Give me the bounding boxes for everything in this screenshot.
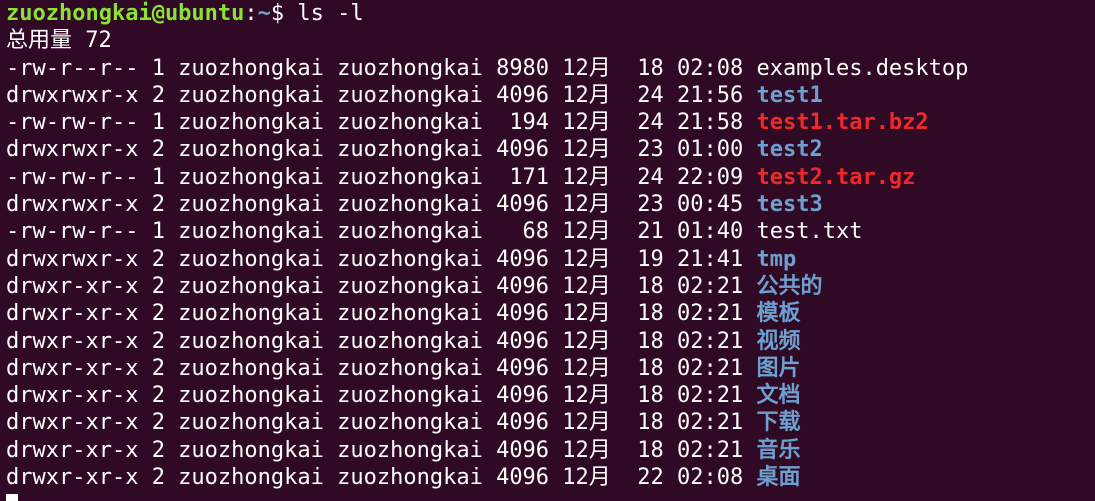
listing-row-name: test2.tar.gz	[756, 164, 916, 190]
listing-row-name: 文档	[756, 383, 801, 409]
listing-row-meta: drwxrwxr-x 2 zuozhongkai zuozhongkai 409…	[6, 137, 757, 163]
listing-row-name: test.txt	[756, 219, 863, 245]
prompt-path: ~	[257, 1, 271, 26]
listing-row-name: 公共的	[756, 273, 823, 299]
listing-row-meta: drwxr-xr-x 2 zuozhongkai zuozhongkai 409…	[6, 355, 757, 381]
listing-row-name: 下载	[756, 410, 801, 436]
listing-row: drwxr-xr-x 2 zuozhongkai zuozhongkai 409…	[6, 382, 1095, 409]
listing-row-meta: drwxr-xr-x 2 zuozhongkai zuozhongkai 409…	[6, 328, 757, 354]
listing-row-name: 模板	[756, 301, 801, 327]
prompt-symbol: $	[270, 1, 298, 26]
listing-row-meta: drwxr-xr-x 2 zuozhongkai zuozhongkai 409…	[6, 273, 757, 299]
listing-row: -rw-rw-r-- 1 zuozhongkai zuozhongkai 194…	[6, 109, 1095, 136]
prompt-line: zuozhongkai@ubuntu:~$ ls -l	[6, 0, 1095, 27]
listing: -rw-r--r-- 1 zuozhongkai zuozhongkai 898…	[6, 55, 1095, 492]
current-prompt-line[interactable]	[6, 491, 1095, 501]
listing-row-name: 桌面	[756, 465, 801, 491]
listing-row-name: 视频	[756, 328, 801, 354]
text-cursor[interactable]	[6, 494, 18, 501]
prompt-command: ls -l	[297, 1, 364, 26]
listing-row-name: test3	[756, 192, 823, 218]
total-line: 总用量 72	[6, 28, 112, 54]
listing-row-meta: drwxrwxr-x 2 zuozhongkai zuozhongkai 409…	[6, 192, 757, 218]
listing-row: drwxrwxr-x 2 zuozhongkai zuozhongkai 409…	[6, 136, 1095, 163]
listing-row-meta: -rw-rw-r-- 1 zuozhongkai zuozhongkai 68 …	[6, 219, 757, 245]
listing-row-meta: drwxrwxr-x 2 zuozhongkai zuozhongkai 409…	[6, 246, 757, 272]
listing-row: drwxrwxr-x 2 zuozhongkai zuozhongkai 409…	[6, 246, 1095, 273]
listing-row: -rw-r--r-- 1 zuozhongkai zuozhongkai 898…	[6, 55, 1095, 82]
listing-row-meta: drwxr-xr-x 2 zuozhongkai zuozhongkai 409…	[6, 301, 757, 327]
listing-row: drwxr-xr-x 2 zuozhongkai zuozhongkai 409…	[6, 409, 1095, 436]
listing-row-name: tmp	[756, 246, 797, 272]
listing-row: drwxr-xr-x 2 zuozhongkai zuozhongkai 409…	[6, 300, 1095, 327]
prompt-user-host: zuozhongkai@ubuntu	[6, 1, 245, 26]
listing-row-meta: drwxrwxr-x 2 zuozhongkai zuozhongkai 409…	[6, 82, 757, 108]
listing-row-name: 图片	[756, 355, 801, 381]
listing-row: drwxrwxr-x 2 zuozhongkai zuozhongkai 409…	[6, 191, 1095, 218]
listing-row-name: test2	[756, 137, 823, 163]
listing-row-name: test1.tar.bz2	[756, 110, 929, 136]
listing-row-meta: drwxr-xr-x 2 zuozhongkai zuozhongkai 409…	[6, 465, 757, 491]
listing-row: drwxr-xr-x 2 zuozhongkai zuozhongkai 409…	[6, 273, 1095, 300]
prompt-separator: :	[244, 1, 258, 26]
listing-row-meta: -rw-rw-r-- 1 zuozhongkai zuozhongkai 171…	[6, 164, 757, 190]
listing-row-name: test1	[756, 82, 823, 108]
listing-row-meta: drwxr-xr-x 2 zuozhongkai zuozhongkai 409…	[6, 383, 757, 409]
listing-row: drwxr-xr-x 2 zuozhongkai zuozhongkai 409…	[6, 328, 1095, 355]
listing-row-meta: drwxr-xr-x 2 zuozhongkai zuozhongkai 409…	[6, 437, 757, 463]
listing-row-name: 音乐	[756, 437, 801, 463]
listing-row: -rw-rw-r-- 1 zuozhongkai zuozhongkai 171…	[6, 164, 1095, 191]
terminal-window[interactable]: zuozhongkai@ubuntu:~$ ls -l 总用量 72 -rw-r…	[0, 0, 1095, 501]
listing-row: -rw-rw-r-- 1 zuozhongkai zuozhongkai 68 …	[6, 218, 1095, 245]
listing-row: drwxr-xr-x 2 zuozhongkai zuozhongkai 409…	[6, 464, 1095, 491]
listing-row-meta: drwxr-xr-x 2 zuozhongkai zuozhongkai 409…	[6, 410, 757, 436]
listing-row: drwxrwxr-x 2 zuozhongkai zuozhongkai 409…	[6, 82, 1095, 109]
listing-row-meta: -rw-r--r-- 1 zuozhongkai zuozhongkai 898…	[6, 55, 757, 81]
listing-row-meta: -rw-rw-r-- 1 zuozhongkai zuozhongkai 194…	[6, 110, 757, 136]
listing-row: drwxr-xr-x 2 zuozhongkai zuozhongkai 409…	[6, 355, 1095, 382]
listing-row: drwxr-xr-x 2 zuozhongkai zuozhongkai 409…	[6, 437, 1095, 464]
listing-row-name: examples.desktop	[756, 55, 969, 81]
